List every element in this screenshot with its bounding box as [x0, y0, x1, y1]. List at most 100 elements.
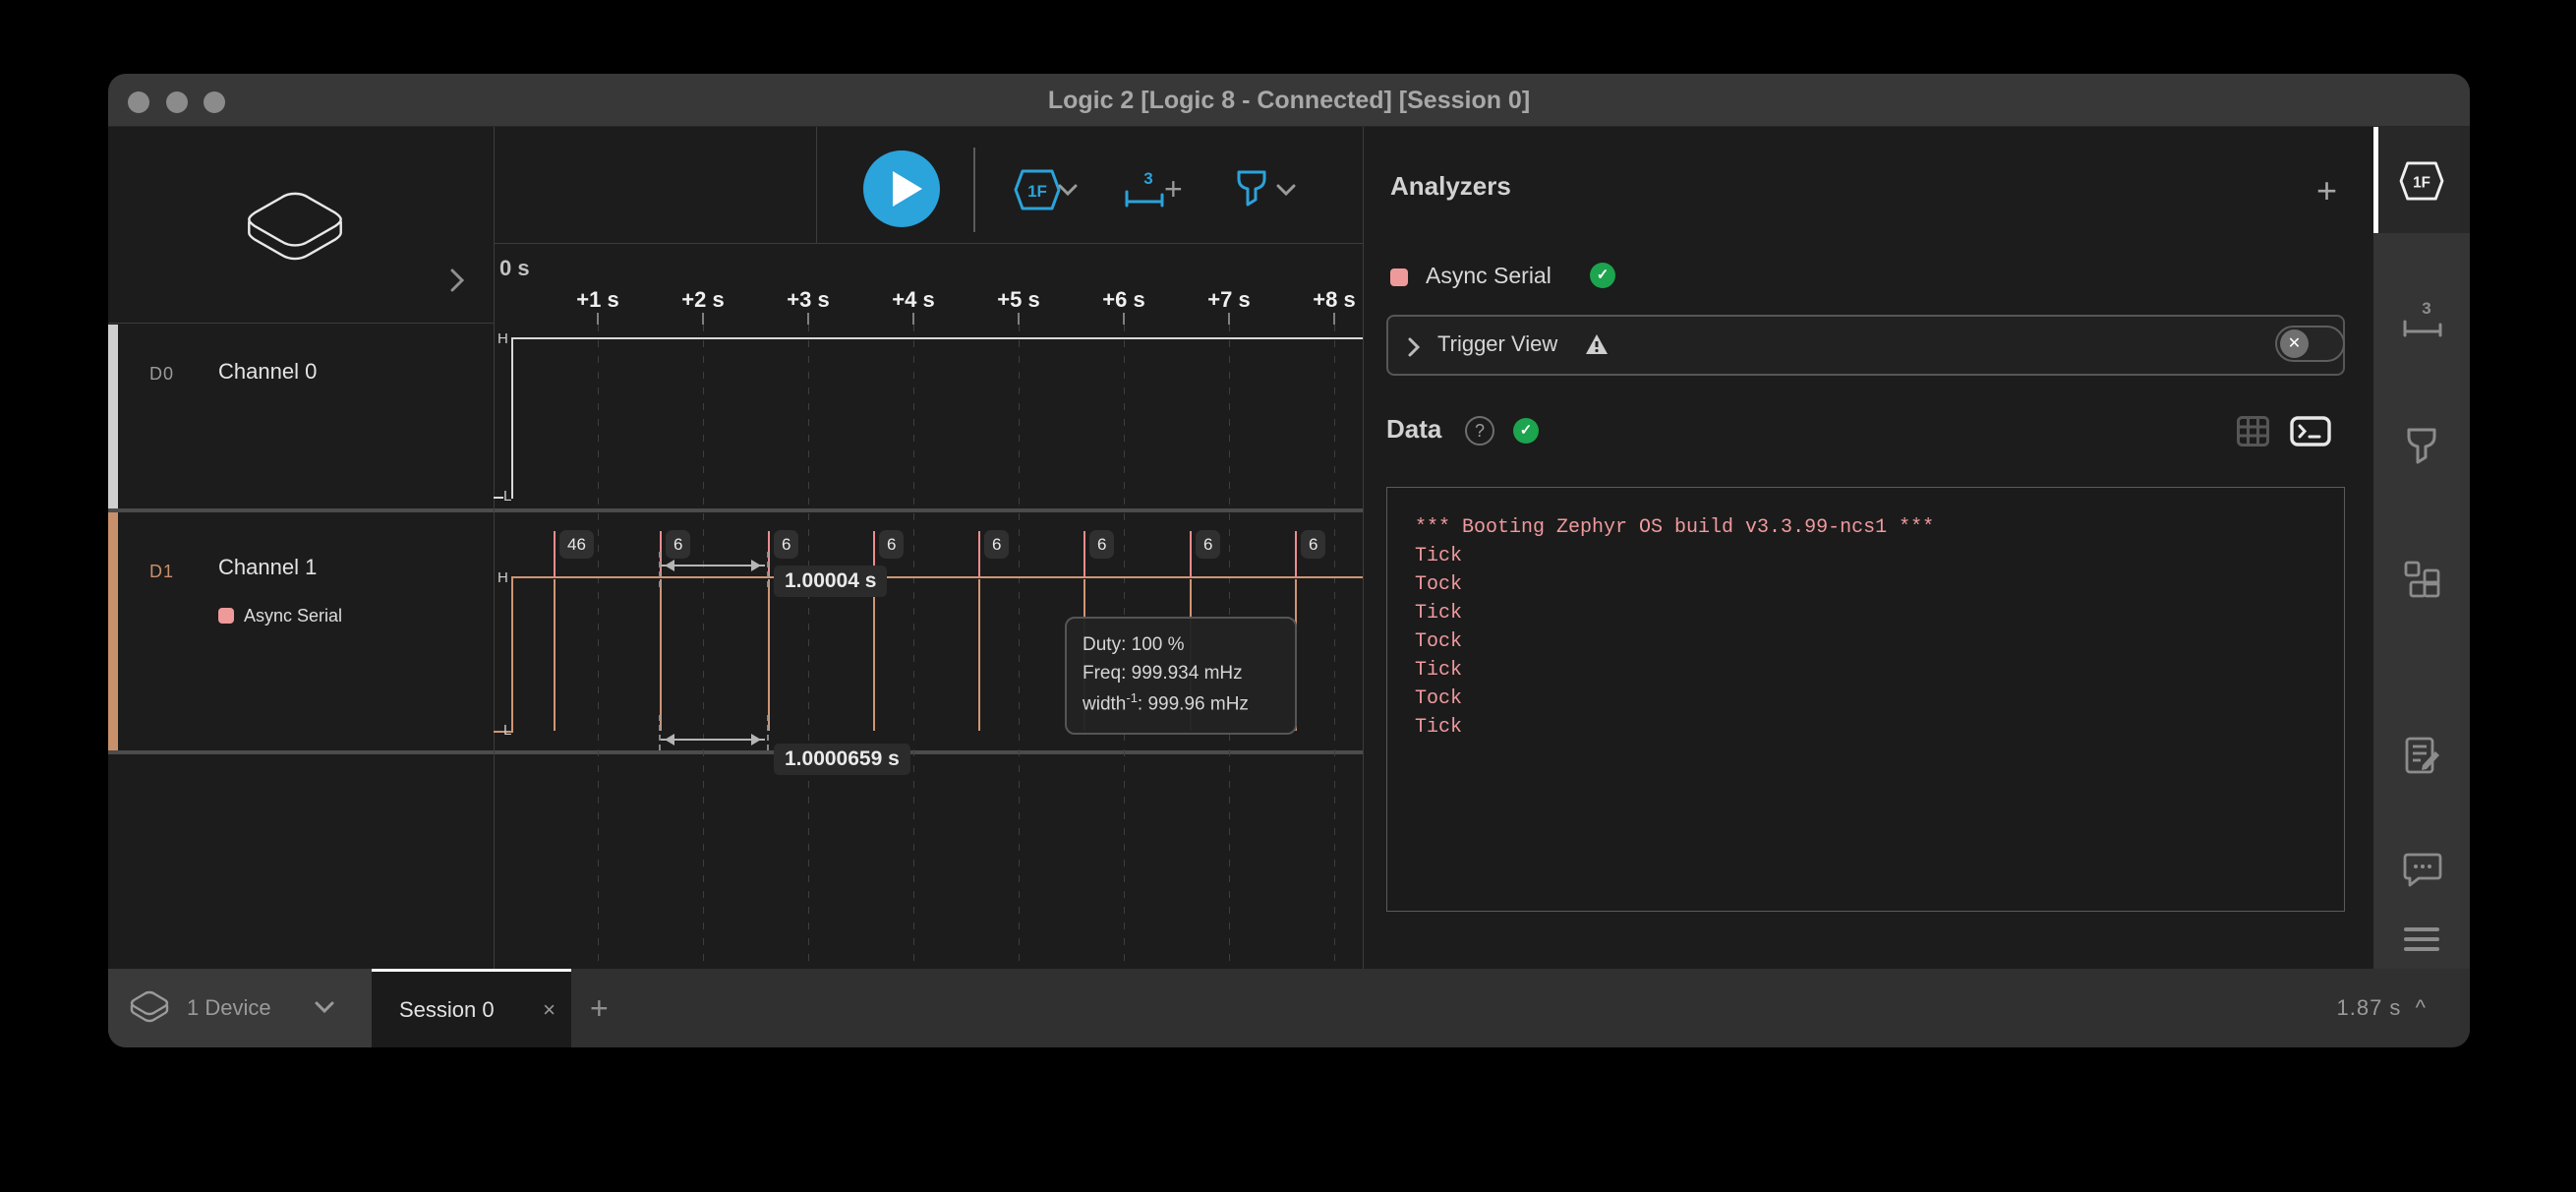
data-table-view-icon[interactable] — [2237, 416, 2269, 447]
ch1-pulse[interactable] — [660, 579, 662, 731]
data-status-check-icon: ✓ — [1513, 418, 1539, 444]
ch0-rise-edge[interactable] — [511, 337, 513, 499]
device-selector[interactable]: 1 Device — [108, 969, 372, 1047]
channel-0-name[interactable]: Channel 0 — [218, 359, 317, 385]
device-settings-hexagon-icon[interactable]: 1F — [1014, 169, 1061, 210]
timeline-tick — [1018, 313, 1020, 325]
measure-label-top: 1.00004 s — [774, 566, 887, 597]
data-title: Data — [1386, 414, 1441, 445]
analyzers-title: Analyzers — [1390, 171, 1511, 202]
byte-count-badge[interactable]: 6 — [1301, 530, 1325, 559]
tooltip-duty: Duty: 100 % — [1083, 630, 1279, 659]
channel-divider-bottom[interactable] — [108, 750, 1363, 754]
timeline-tick — [1123, 313, 1125, 325]
measurement-tooltip: Duty: 100 % Freq: 999.934 mHz width-1: 9… — [1065, 617, 1297, 735]
ch1-pulse[interactable] — [978, 579, 980, 731]
add-analyzer-button[interactable]: + — [2316, 173, 2337, 209]
device-panel-divider — [108, 323, 494, 324]
analyzer-frame-tick — [978, 531, 980, 577]
measure-guide-right-top — [767, 552, 769, 587]
device-hex-label: 1F — [1027, 182, 1047, 201]
sidebar-device-hexagon-icon[interactable]: 1F — [2399, 161, 2444, 201]
analyzer-status-check-icon: ✓ — [1590, 263, 1615, 288]
device-selector-chevron-down-icon — [315, 1001, 334, 1014]
ch0-high-label: H — [498, 330, 508, 347]
device-settings-chevron-down-icon[interactable] — [1058, 184, 1078, 197]
help-icon[interactable]: ? — [1465, 416, 1494, 446]
warning-icon — [1585, 333, 1609, 355]
byte-count-badge[interactable]: 6 — [1089, 530, 1114, 559]
ch0-low-label: L — [503, 488, 511, 505]
toggle-off-x-icon: ✕ — [2280, 329, 2309, 358]
measurements-ruler-icon[interactable]: 3 — [1123, 168, 1166, 211]
trigger-view-expand-chevron[interactable] — [1408, 337, 1421, 357]
ch1-rise-edge[interactable] — [511, 576, 513, 733]
tooltip-width-inverse: width-1: 999.96 mHz — [1083, 688, 1279, 719]
timeline-label: +1 s — [576, 287, 618, 313]
session-tab-label: Session 0 — [399, 972, 495, 1047]
ch1-pulse[interactable] — [873, 579, 875, 731]
channel-1-row[interactable]: D1 Channel 1 Async Serial — [108, 512, 494, 750]
channel-0-row[interactable]: D0 Channel 0 — [108, 325, 494, 508]
analyzer-item-async-serial[interactable]: Async Serial — [1426, 263, 1551, 289]
duration-chevron-up-icon: ^ — [2416, 995, 2427, 1020]
device-count-label: 1 Device — [187, 969, 271, 1047]
byte-count-badge[interactable]: 6 — [666, 530, 690, 559]
terminal-line: Tock — [1415, 685, 2316, 713]
sidebar-measurements-icon[interactable]: 3 — [2401, 298, 2444, 341]
svg-text:3: 3 — [1143, 169, 1152, 188]
trigger-view-row[interactable]: Trigger View ✕ — [1386, 315, 2345, 376]
device-icon — [247, 190, 343, 261]
trigger-view-label: Trigger View — [1437, 331, 1557, 357]
byte-count-badge[interactable]: 6 — [774, 530, 798, 559]
svg-text:3: 3 — [2422, 299, 2430, 318]
terminal-line: Tick — [1415, 656, 2316, 685]
timeline-origin-label: 0 s — [499, 256, 530, 281]
sidebar-trigger-icon[interactable] — [2403, 427, 2440, 466]
gridline — [703, 325, 704, 969]
timeline-tick — [1228, 313, 1230, 325]
timeline-tick — [912, 313, 914, 325]
ch1-high-line[interactable] — [511, 576, 1363, 578]
byte-count-badge[interactable]: 6 — [1196, 530, 1220, 559]
terminal-output[interactable]: *** Booting Zephyr OS build v3.3.99-ncs1… — [1386, 487, 2345, 912]
byte-count-badge[interactable]: 6 — [984, 530, 1009, 559]
sidebar-menu-icon[interactable] — [2404, 925, 2439, 953]
label-waveform-separator[interactable] — [494, 127, 495, 969]
expand-device-panel-chevron[interactable] — [449, 268, 465, 293]
gridline — [913, 325, 914, 969]
sidebar-feedback-icon[interactable] — [2403, 852, 2442, 889]
waveform-panel-separator[interactable] — [1363, 127, 1364, 969]
channel-1-analyzer-label[interactable]: Async Serial — [244, 606, 342, 626]
channel-0-id: D0 — [149, 364, 174, 385]
side-rail-active-section[interactable]: 1F — [2373, 127, 2470, 233]
byte-count-badge[interactable]: 46 — [559, 530, 594, 559]
sidebar-notes-icon[interactable] — [2403, 736, 2442, 775]
session-tab[interactable]: Session 0 × — [372, 969, 571, 1047]
analyzer-frame-tick — [1083, 531, 1085, 577]
timeline-tick — [807, 313, 809, 325]
data-terminal-view-icon[interactable] — [2290, 416, 2331, 447]
timeline-label: +8 s — [1313, 287, 1355, 313]
new-session-button[interactable]: + — [590, 969, 609, 1047]
ch1-pulse[interactable] — [554, 579, 556, 731]
ch1-pulse[interactable] — [768, 579, 770, 731]
byte-count-badge[interactable]: 6 — [879, 530, 904, 559]
measure-arrow-top[interactable] — [661, 565, 765, 566]
add-measurement-button[interactable]: + — [1164, 173, 1183, 205]
trigger-funnel-icon[interactable] — [1233, 169, 1270, 209]
side-rail: 1F 3 — [2373, 127, 2470, 969]
trigger-chevron-down-icon[interactable] — [1276, 184, 1296, 197]
active-tab-indicator — [2373, 127, 2378, 233]
ch0-high-line[interactable] — [511, 337, 1363, 339]
capture-duration[interactable]: 1.87 s ^ — [2337, 969, 2428, 1047]
timeline-label: +7 s — [1207, 287, 1250, 313]
sidebar-device-hex-label: 1F — [2413, 175, 2430, 192]
channel-1-name[interactable]: Channel 1 — [218, 555, 317, 580]
measure-arrow-bottom[interactable] — [661, 739, 765, 741]
timeline-label: +5 s — [997, 287, 1039, 313]
play-button[interactable] — [863, 150, 940, 227]
sidebar-extensions-icon[interactable] — [2403, 560, 2442, 599]
trigger-view-toggle[interactable]: ✕ — [2275, 326, 2345, 362]
session-tab-close-icon[interactable]: × — [543, 972, 556, 1047]
